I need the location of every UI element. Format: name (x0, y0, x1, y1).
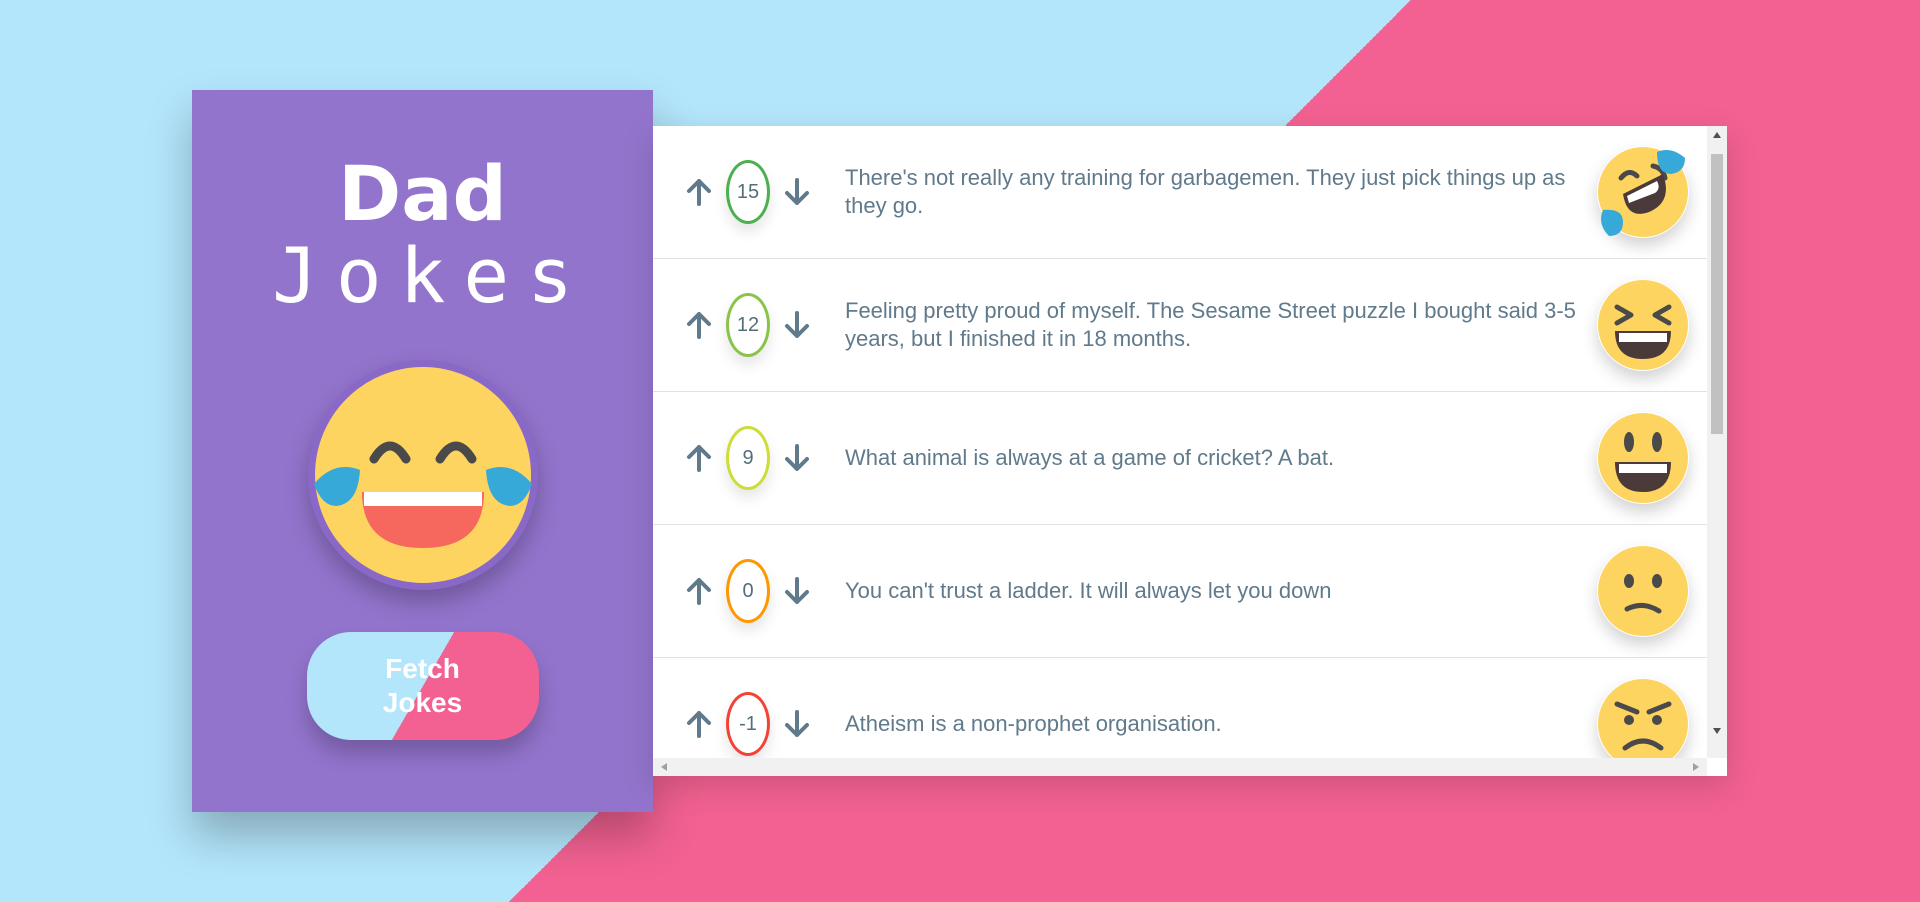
joke-item: 15 There's not really any training for g… (653, 126, 1707, 259)
vertical-scrollbar-thumb[interactable] (1711, 154, 1723, 434)
joke-item: 9 What animal is always at a game of cri… (653, 392, 1707, 525)
arrow-down-icon[interactable] (782, 177, 812, 207)
joke-text: You can't trust a ladder. It will always… (845, 578, 1332, 603)
scroll-down-icon[interactable] (1713, 728, 1721, 734)
arrow-down-icon[interactable] (782, 310, 812, 340)
arrow-up-icon[interactable] (684, 310, 714, 340)
vote-controls: -1 (653, 692, 843, 756)
score-badge: -1 (726, 692, 770, 756)
score-badge: 9 (726, 426, 770, 490)
joke-text: What animal is always at a game of crick… (845, 445, 1335, 470)
rolling-on-floor-laughing-emoji-icon (1597, 146, 1689, 238)
joke-item: -1 Atheism is a non-prophet organisation… (653, 658, 1707, 758)
laughing-tears-emoji-icon (307, 360, 538, 590)
vote-controls: 0 (653, 559, 843, 623)
vote-controls: 12 (653, 293, 843, 357)
confused-emoji-icon (1597, 545, 1689, 637)
joke-item: 0 You can't trust a ladder. It will alwa… (653, 525, 1707, 658)
joke-text: There's not really any training for garb… (845, 165, 1566, 218)
scroll-right-icon[interactable] (1693, 763, 1699, 771)
scroll-left-icon[interactable] (661, 763, 667, 771)
joke-text: Atheism is a non-prophet organisation. (845, 711, 1222, 736)
title-dad: Dad (338, 149, 507, 238)
score-badge: 15 (726, 160, 770, 224)
angry-emoji-icon (1597, 678, 1689, 758)
horizontal-scrollbar[interactable] (653, 758, 1707, 776)
grinning-squinting-emoji-icon (1597, 279, 1689, 371)
scroll-up-icon[interactable] (1713, 132, 1721, 138)
vertical-scrollbar[interactable] (1707, 126, 1727, 758)
arrow-up-icon[interactable] (684, 709, 714, 739)
arrow-up-icon[interactable] (684, 177, 714, 207)
jokes-panel: 15 There's not really any training for g… (653, 126, 1727, 776)
joke-item: 12 Feeling pretty proud of myself. The S… (653, 259, 1707, 392)
title-jokes: Jokes (272, 231, 591, 320)
joke-text: Feeling pretty proud of myself. The Sesa… (845, 298, 1576, 351)
arrow-up-icon[interactable] (684, 443, 714, 473)
vote-controls: 9 (653, 426, 843, 490)
score-badge: 12 (726, 293, 770, 357)
arrow-down-icon[interactable] (782, 576, 812, 606)
score-badge: 0 (726, 559, 770, 623)
sidebar: Dad Jokes Fetch Jokes (192, 90, 653, 812)
grinning-big-eyes-emoji-icon (1597, 412, 1689, 504)
arrow-down-icon[interactable] (782, 443, 812, 473)
arrow-up-icon[interactable] (684, 576, 714, 606)
jokes-list: 15 There's not really any training for g… (653, 126, 1707, 758)
vote-controls: 15 (653, 160, 843, 224)
fetch-jokes-button[interactable]: Fetch Jokes (306, 632, 539, 740)
arrow-down-icon[interactable] (782, 709, 812, 739)
